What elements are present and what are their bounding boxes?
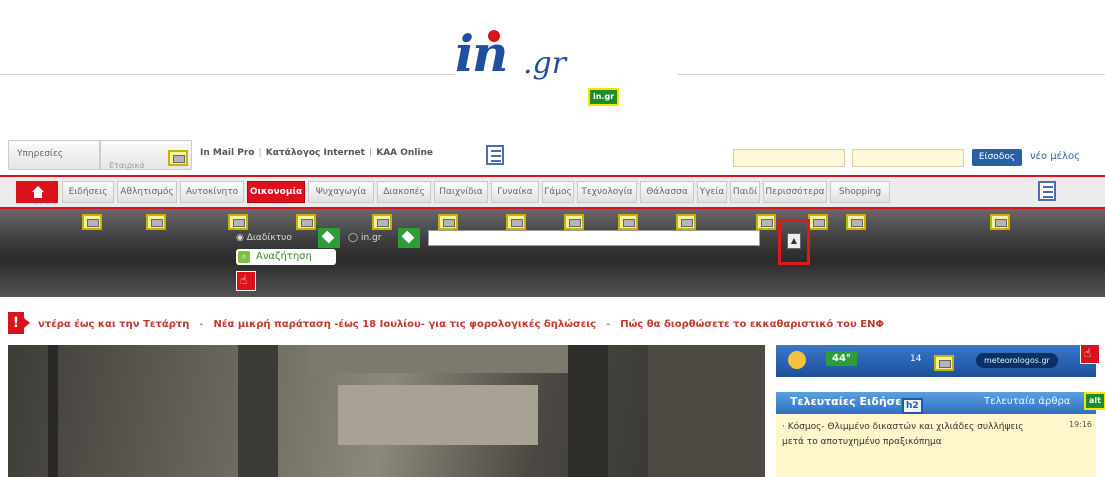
search-button[interactable]: ⌕ Αναζήτηση <box>236 249 336 265</box>
alt-image-marker <box>618 214 638 230</box>
login-button[interactable]: Είσοδος <box>972 149 1022 166</box>
nav-tab[interactable]: Οικονομία <box>247 181 305 203</box>
latest-news-item[interactable]: · Κόσμος- Θλιμμένο δικαστών και χιλιάδες… <box>782 420 1032 450</box>
top-links: In Mail Pro | Κατάλογος Internet | ΚΑΑ Onlin… <box>200 148 433 158</box>
weather-humidity: 14 <box>910 354 922 364</box>
highlighted-submit-box[interactable]: ▲ <box>778 219 810 265</box>
nav-underline <box>0 207 1105 209</box>
latest-news-tab[interactable]: Τελευταίες Ειδήσεις <box>790 395 912 408</box>
search-option-web[interactable]: ◉ Διαδίκτυο <box>236 233 292 243</box>
search-option-site[interactable]: ◯ in.gr <box>348 233 381 243</box>
top-link-catalog[interactable]: Κατάλογος Internet <box>266 148 365 158</box>
logo-dot <box>488 30 500 42</box>
ticker-item-1[interactable]: ντέρα έως και την Τετάρτη <box>38 319 189 330</box>
search-input[interactable] <box>428 230 760 246</box>
register-link[interactable]: νέο μέλος <box>1030 151 1080 162</box>
nav-tab[interactable]: Υγεία <box>697 181 727 203</box>
h2-marker: h2 <box>902 398 923 414</box>
latest-news-time: 19:16 <box>1068 420 1092 429</box>
alt-image-marker <box>168 150 188 166</box>
nav-tab[interactable]: Τεχνολογία <box>577 181 637 203</box>
weather-temperature: 44° <box>826 351 857 366</box>
nav-tab[interactable]: Παιχνίδια <box>434 181 488 203</box>
nav-tab[interactable]: Αυτοκίνητο <box>180 181 244 203</box>
alt-image-marker <box>82 214 102 230</box>
main-story-photo[interactable] <box>8 345 765 477</box>
alt-image-marker <box>372 214 392 230</box>
nav-tab[interactable]: Γάμος <box>542 181 574 203</box>
sun-icon <box>788 351 806 369</box>
alt-image-marker <box>990 214 1010 230</box>
alt-image-marker <box>438 214 458 230</box>
site-logo[interactable]: in .gr <box>455 24 595 94</box>
search-option-site-label: in.gr <box>360 233 382 243</box>
logo-suffix-text: .gr <box>523 46 567 81</box>
header-divider-left <box>0 74 455 75</box>
latest-news-list: · Κόσμος- Θλιμμένο δικαστών και χιλιάδες… <box>776 414 1096 477</box>
logo-alt-badge: in.gr <box>588 88 620 106</box>
password-field[interactable] <box>852 149 964 167</box>
home-button[interactable] <box>16 181 58 203</box>
nav-tab[interactable]: Αθλητισμός <box>117 181 177 203</box>
services-tab[interactable]: Υπηρεσίες <box>8 140 100 170</box>
header-divider-right <box>678 74 1105 75</box>
nav-tab[interactable]: Γυναίκα <box>491 181 539 203</box>
nav-tab[interactable]: Θάλασσα <box>640 181 694 203</box>
news-ticker: ντέρα έως και την Τετάρτη - Νέα μικρή παρά… <box>38 319 884 330</box>
alt-image-marker <box>296 214 316 230</box>
alt-image-marker <box>146 214 166 230</box>
pointer-hand-icon-right <box>1080 344 1100 364</box>
top-link-kaa[interactable]: ΚΑΑ Online <box>376 148 433 158</box>
alt-image-marker <box>506 214 526 230</box>
alt-image-marker <box>676 214 696 230</box>
alt-image-marker <box>228 214 248 230</box>
nav-tab[interactable]: Ψυχαγωγία <box>308 181 374 203</box>
pointer-hand-icon <box>236 271 256 291</box>
submit-icon: ▲ <box>787 233 801 249</box>
top-link-inmail[interactable]: In Mail Pro <box>200 148 254 158</box>
corporate-tab-label: Εταιρικά <box>109 161 145 170</box>
alt-image-marker <box>846 214 866 230</box>
nav-tab[interactable]: Διακοπές <box>377 181 431 203</box>
ticker-item-3[interactable]: Πώς θα διορθώσετε το εκκαθαριστικό του Ε… <box>620 319 884 330</box>
username-field[interactable] <box>733 149 845 167</box>
breaking-news-icon: ! <box>8 312 30 334</box>
nav-list-icon <box>1038 181 1056 201</box>
services-tab-label: Υπηρεσίες <box>17 149 64 159</box>
search-option-web-label: Διαδίκτυο <box>246 233 292 243</box>
weather-source[interactable]: meteorologos.gr <box>976 353 1058 368</box>
alt-image-marker <box>808 214 828 230</box>
nav-tab[interactable]: Περισσότερα <box>763 181 827 203</box>
nav-tab[interactable]: Shopping <box>830 181 890 203</box>
site-header: in .gr in.gr <box>0 0 1105 128</box>
alt-image-marker <box>564 214 584 230</box>
latest-articles-tab[interactable]: Τελευταία άρθρα <box>984 396 1070 407</box>
search-button-label: Αναζήτηση <box>256 251 312 262</box>
tag-icon <box>318 228 340 248</box>
search-icon: ⌕ <box>238 251 250 263</box>
alt-image-marker-weather <box>934 355 954 371</box>
list-icon <box>486 145 504 165</box>
alt-image-marker <box>756 214 776 230</box>
alt-badge-latest: alt <box>1084 392 1105 410</box>
ticker-item-2[interactable]: Νέα μικρή παράταση -έως 18 Ιουλίου- για … <box>214 319 597 330</box>
tag-icon-2 <box>398 228 420 248</box>
nav-tab[interactable]: Ειδήσεις <box>62 181 114 203</box>
latest-news-header: Τελευταίες Ειδήσεις Τελευταία άρθρα <box>776 392 1096 414</box>
nav-tab[interactable]: Παιδί <box>730 181 760 203</box>
